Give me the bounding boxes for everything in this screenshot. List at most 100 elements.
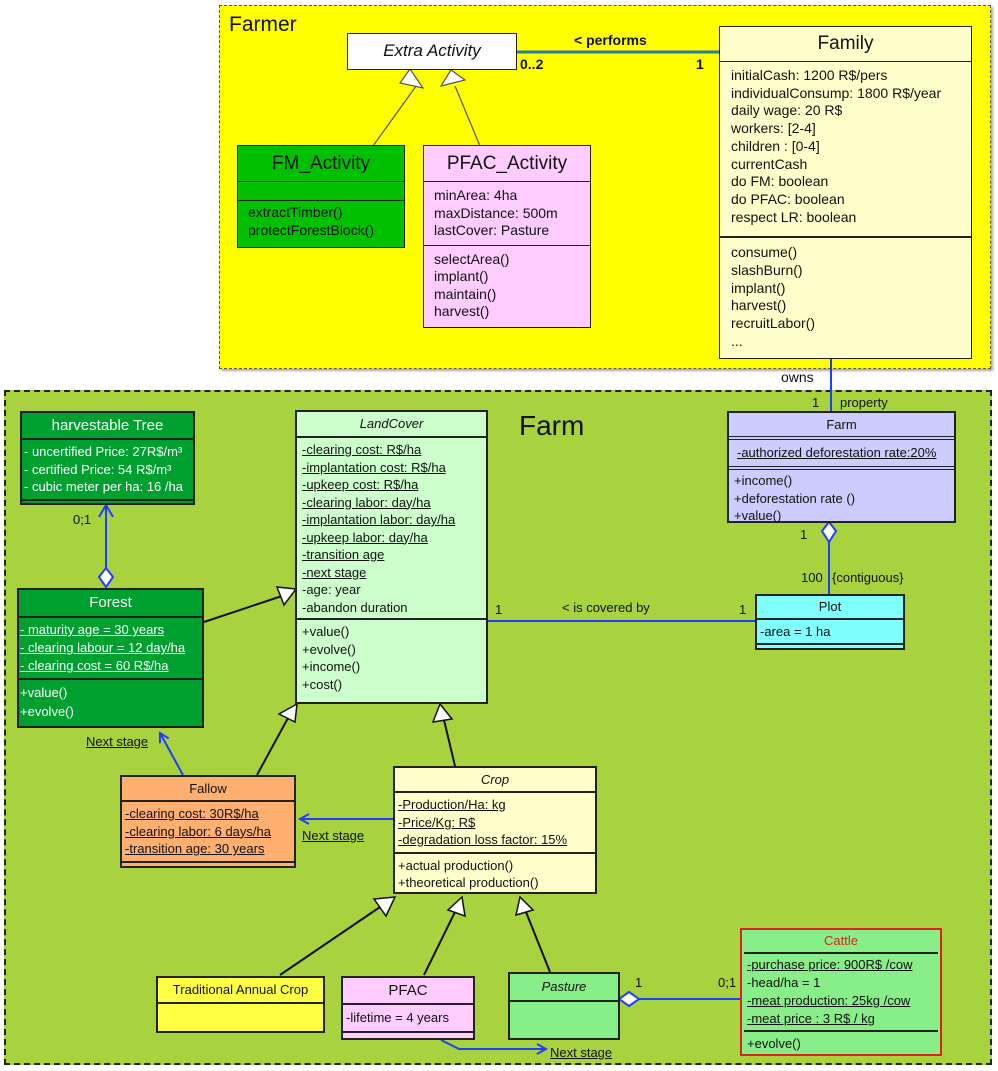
landcover-static-attr: -next stage xyxy=(302,564,367,580)
owns-label: owns xyxy=(781,369,814,385)
fm-activity-op: protectForestBlock() xyxy=(248,221,375,238)
class-cattle-operations: +evolve() xyxy=(744,1030,938,1056)
landcover-op: +cost() xyxy=(302,676,343,692)
fallow-attr: -clearing labor: 6 days/ha xyxy=(125,823,271,839)
forest-attr: - clearing cost = 60 R$/ha xyxy=(20,658,169,673)
class-crop[interactable]: Crop -Production/Ha: kg -Price/Kg: R$ -d… xyxy=(393,766,597,894)
class-harvestable-tree-name: harvestable Tree xyxy=(51,417,164,434)
class-fallow-attributes: -clearing cost: 30R$/ha -clearing labor:… xyxy=(122,800,294,861)
class-pfac-activity[interactable]: PFAC_Activity minArea: 4ha maxDistance: … xyxy=(423,145,591,328)
class-forest-name: Forest xyxy=(89,594,132,611)
forest-attr: - clearing labour = 12 day/ha xyxy=(20,640,186,655)
family-attr: workers: [2-4] xyxy=(731,120,816,137)
cattle-attr: -meat price : 3 R$ / kg xyxy=(747,1011,875,1026)
harvestable-tree-attr: - cubic meter per ha: 16 /ha xyxy=(24,479,183,494)
family-op: implant() xyxy=(731,279,786,296)
crop-attr: -Production/Ha: kg xyxy=(398,797,506,812)
class-fallow[interactable]: Fallow -clearing cost: 30R$/ha -clearing… xyxy=(120,775,296,868)
family-attr: initialCash: 1200 R$/pers xyxy=(731,67,888,83)
landcover-static-attr: -implantation cost: R$/ha xyxy=(302,459,446,475)
performs-label: < performs xyxy=(574,32,647,48)
fallow-attr: -clearing cost: 30R$/ha xyxy=(125,806,259,821)
crop-attr: -degradation loss factor: 15% xyxy=(398,832,568,847)
class-harvestable-tree-attributes: - uncertified Price: 27R$/m³ - certified… xyxy=(22,438,193,499)
class-pasture-name: Pasture xyxy=(541,979,587,994)
class-harvestable-tree[interactable]: harvestable Tree - uncertified Price: 27… xyxy=(20,411,195,505)
landcover-attr: -age: year xyxy=(302,582,361,597)
class-crop-operations: +actual production() +theoretical produc… xyxy=(395,851,595,895)
farmer-package-title: Farmer xyxy=(229,13,297,36)
pfac-activity-op: selectArea() xyxy=(434,250,510,267)
class-cattle-name: Cattle xyxy=(824,933,858,948)
owns-role: property xyxy=(840,395,888,410)
family-op: ... xyxy=(731,332,743,349)
class-traditional-annual-crop-body xyxy=(158,1002,323,1004)
family-attr: do FM: boolean xyxy=(731,173,829,190)
class-plot-operations xyxy=(757,643,903,645)
class-pfac-name: PFAC xyxy=(388,982,428,999)
class-traditional-annual-crop[interactable]: Traditional Annual Crop xyxy=(156,976,325,1033)
pfac-activity-op: harvest() xyxy=(434,303,490,319)
class-fallow-operations xyxy=(122,860,294,866)
class-plot-attributes: -area = 1 ha xyxy=(757,618,903,643)
cattle-op: +evolve() xyxy=(747,1036,801,1051)
performs-mult-right: 1 xyxy=(696,56,704,72)
crop-op: +theoretical production() xyxy=(398,875,539,890)
class-fm-activity[interactable]: FM_Activity extractTimber() protectFores… xyxy=(237,145,405,248)
pfac-attr: -lifetime = 4 years xyxy=(346,1010,449,1025)
class-pfac-operations xyxy=(343,1031,473,1033)
pfac-activity-attr: lastCover: Pasture xyxy=(434,222,550,238)
class-landcover[interactable]: LandCover -clearing cost: R$/ha -implant… xyxy=(295,410,488,704)
covered-by-mult-left: 1 xyxy=(495,602,503,617)
class-fm-activity-operations: extractTimber() protectForestBlock() xyxy=(238,200,404,242)
class-cattle-attributes: -purchase price: 900R$ /cow -head/ha = 1… xyxy=(744,952,938,1030)
class-pasture-body xyxy=(510,1000,618,1002)
tree-forest-mult: 0;1 xyxy=(73,512,92,527)
forest-op: +evolve() xyxy=(20,704,74,719)
class-pfac-activity-attributes: minArea: 4ha maxDistance: 500m lastCover… xyxy=(424,181,590,245)
class-fm-activity-name: FM_Activity xyxy=(271,153,371,174)
owns-mult: 1 xyxy=(812,395,820,410)
class-extra-activity[interactable]: Extra Activity xyxy=(347,33,517,70)
class-family-attributes: initialCash: 1200 R$/pers individualCons… xyxy=(720,61,971,236)
family-attr: children : [0-4] xyxy=(731,137,820,154)
class-harvestable-tree-operations xyxy=(22,499,193,505)
fallow-attr: -transition age: 30 years xyxy=(125,841,265,856)
farm-op: +income() xyxy=(734,473,793,488)
landcover-op: +income() xyxy=(302,659,361,674)
farm-plot-mult-top: 1 xyxy=(800,527,808,542)
cattle-attr: -head/ha = 1 xyxy=(747,975,821,990)
pfac-activity-op: maintain() xyxy=(434,285,497,302)
class-traditional-annual-crop-name: Traditional Annual Crop xyxy=(172,982,309,997)
class-forest[interactable]: Forest - maturity age = 30 years - clear… xyxy=(17,588,204,728)
farm-attr: -authorized deforestation rate:20% xyxy=(737,445,937,460)
class-pfac[interactable]: PFAC -lifetime = 4 years xyxy=(341,976,475,1040)
class-plot[interactable]: Plot -area = 1 ha xyxy=(755,594,905,650)
class-forest-operations: +value() +evolve() xyxy=(19,678,202,724)
class-pfac-activity-name: PFAC_Activity xyxy=(446,153,568,174)
class-fm-activity-attributes xyxy=(238,181,404,200)
class-family-operations: consume() slashBurn() implant() harvest(… xyxy=(720,236,971,356)
next-stage-forest-label: Next stage xyxy=(86,734,149,749)
landcover-op: +value() xyxy=(302,624,350,639)
class-cattle[interactable]: Cattle -purchase price: 900R$ /cow -head… xyxy=(740,928,942,1056)
class-pasture[interactable]: Pasture xyxy=(508,972,620,1040)
farm-plot-constraint: {contiguous} xyxy=(832,570,904,585)
harvestable-tree-attr: - uncertified Price: 27R$/m³ xyxy=(24,444,183,459)
crop-attr: -Price/Kg: R$ xyxy=(398,814,476,830)
landcover-static-attr: -clearing labor: day/ha xyxy=(302,494,431,510)
class-crop-attributes: -Production/Ha: kg -Price/Kg: R$ -degrad… xyxy=(395,791,595,852)
landcover-static-attr: -upkeep labor: day/ha xyxy=(302,529,428,545)
cattle-attr: -meat production: 25kg /cow xyxy=(747,993,911,1008)
landcover-op: +evolve() xyxy=(302,641,356,657)
forest-op: +value() xyxy=(20,685,68,700)
class-pfac-attributes: -lifetime = 4 years xyxy=(343,1003,473,1031)
farm-op: +value() xyxy=(734,508,782,523)
class-farm[interactable]: Farm -authorized deforestation rate:20% … xyxy=(727,411,956,523)
class-family[interactable]: Family initialCash: 1200 R$/pers individ… xyxy=(719,26,972,359)
class-farm-name: Farm xyxy=(826,417,857,432)
plot-attr: -area = 1 ha xyxy=(760,624,831,639)
class-landcover-name: LandCover xyxy=(359,416,424,431)
landcover-static-attr: -transition age xyxy=(302,547,385,562)
farm-op: +deforestation rate () xyxy=(734,490,856,506)
